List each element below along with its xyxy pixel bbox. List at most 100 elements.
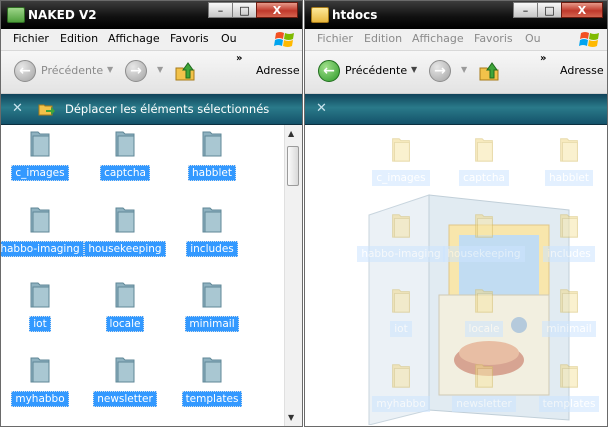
folder-icon [392,138,410,162]
folder-item[interactable]: newsletter [81,354,169,407]
folder-item[interactable]: c_images [1,128,84,181]
folder-item[interactable]: housekeeping [81,204,169,257]
folder-up-icon[interactable] [173,59,197,83]
task-banner: ✕ [305,94,607,125]
folder-label: captcha [459,170,509,186]
drag-ghost-folder: templates [525,361,607,412]
maximize-button[interactable]: □ [537,2,562,18]
folder-label: habblet [545,170,593,186]
folder-item[interactable]: habblet [168,128,256,181]
folder-item[interactable]: myhabbo [1,354,84,407]
folder-label: newsletter [452,396,516,412]
toolbar: ← Précédente ▼ → ▼ » Adresse [305,51,607,94]
menu-favoris[interactable]: Favoris [170,32,209,45]
folder-label: habbo-imaging [1,241,84,257]
folder-item[interactable]: iot [1,279,84,332]
folder-icon [392,364,410,388]
menu-fichier[interactable]: Fichier [317,32,353,45]
file-list[interactable]: c_images captcha habblet habbo-imaging house… [1,125,302,426]
forward-arrow-icon[interactable]: → [429,60,451,82]
close-icon[interactable]: ✕ [12,101,23,116]
folder-icon [202,207,222,233]
folder-label: iot [390,321,412,337]
folder-icon [311,7,329,23]
toolbar-overflow[interactable]: » [540,53,546,64]
task-banner: ✕ Déplacer les éléments sélectionnés [1,94,302,125]
folder-icon [202,357,222,383]
folder-label: iot [29,316,51,332]
drag-ghost-folder: locale [440,286,528,337]
scroll-thumb[interactable] [287,146,299,186]
file-list[interactable]: c_images captcha habblet habbo-imaging house… [305,125,607,426]
windows-logo-icon [579,32,599,47]
explorer-window-htdocs: htdocs – □ X Fichier Edition Affichage F… [304,0,608,427]
folder-label: templates [538,396,600,412]
folder-label: locale [464,321,504,337]
back-arrow-icon[interactable]: ← [14,60,36,82]
forward-history-dropdown[interactable]: ▼ [461,65,467,74]
close-button[interactable]: X [561,2,603,18]
folder-label: habbo-imaging [357,246,445,262]
drag-ghost-folder: iot [357,286,445,337]
caption-buttons: – □ X [208,2,298,18]
folder-icon [392,214,410,238]
folder-label: includes [186,241,238,257]
folder-icon [392,289,410,313]
menu-affichage[interactable]: Affichage [108,32,160,45]
forward-arrow-icon[interactable]: → [125,60,147,82]
back-button-label[interactable]: Précédente [345,64,407,77]
title-bar[interactable]: NAKED V2 – □ X [1,1,302,29]
forward-history-dropdown[interactable]: ▼ [157,65,163,74]
back-arrow-icon[interactable]: ← [318,60,340,82]
folder-icon [475,289,493,313]
folder-label: myhabbo [11,391,69,407]
folder-label: locale [105,316,145,332]
close-icon[interactable]: ✕ [316,101,327,116]
menu-fichier[interactable]: Fichier [13,32,49,45]
minimize-button[interactable]: – [513,2,538,18]
folder-label: housekeeping [84,241,166,257]
close-button[interactable]: X [256,2,298,18]
folder-icon [475,214,493,238]
title-bar[interactable]: htdocs – □ X [305,1,607,29]
folder-item[interactable]: includes [168,204,256,257]
folder-item[interactable]: locale [81,279,169,332]
folder-icon [115,282,135,308]
menu-edition[interactable]: Edition [364,32,402,45]
menu-affichage[interactable]: Affichage [412,32,464,45]
folder-label: includes [543,246,595,262]
back-button-label[interactable]: Précédente [41,64,103,77]
scroll-up-icon[interactable]: ▲ [288,129,294,138]
menu-outils[interactable]: Ou [525,32,541,45]
folder-up-icon[interactable] [477,59,501,83]
folder-item[interactable]: captcha [81,128,169,181]
menu-favoris[interactable]: Favoris [474,32,513,45]
folder-icon [115,207,135,233]
maximize-button[interactable]: □ [232,2,257,18]
folder-label: minimail [185,316,239,332]
folder-item[interactable]: habbo-imaging [1,204,84,257]
toolbar: ← Précédente ▼ → ▼ » Adresse [1,51,302,94]
folder-label: housekeeping [443,246,525,262]
drag-ghost-folder: habbo-imaging [357,211,445,262]
scrollbar[interactable]: ▲ ▼ [284,125,302,426]
window-title: NAKED V2 [28,8,97,22]
menu-bar: Fichier Edition Affichage Favoris Ou [305,29,607,51]
drag-ghost-folder: housekeeping [440,211,528,262]
minimize-button[interactable]: – [208,2,233,18]
folder-label: c_images [11,165,69,181]
menu-outils[interactable]: Ou [221,32,237,45]
menu-edition[interactable]: Edition [60,32,98,45]
folder-label: habblet [188,165,236,181]
folder-icon [115,357,135,383]
folder-item[interactable]: templates [168,354,256,407]
task-text: Déplacer les éléments sélectionnés [65,102,270,116]
back-history-dropdown[interactable]: ▼ [411,65,417,74]
folder-item[interactable]: minimail [168,279,256,332]
scroll-down-icon[interactable]: ▼ [288,413,294,422]
toolbar-overflow[interactable]: » [236,53,242,64]
drag-ghost-folder: myhabbo [357,361,445,412]
folder-label: captcha [100,165,150,181]
back-history-dropdown[interactable]: ▼ [107,65,113,74]
folder-icon [202,282,222,308]
